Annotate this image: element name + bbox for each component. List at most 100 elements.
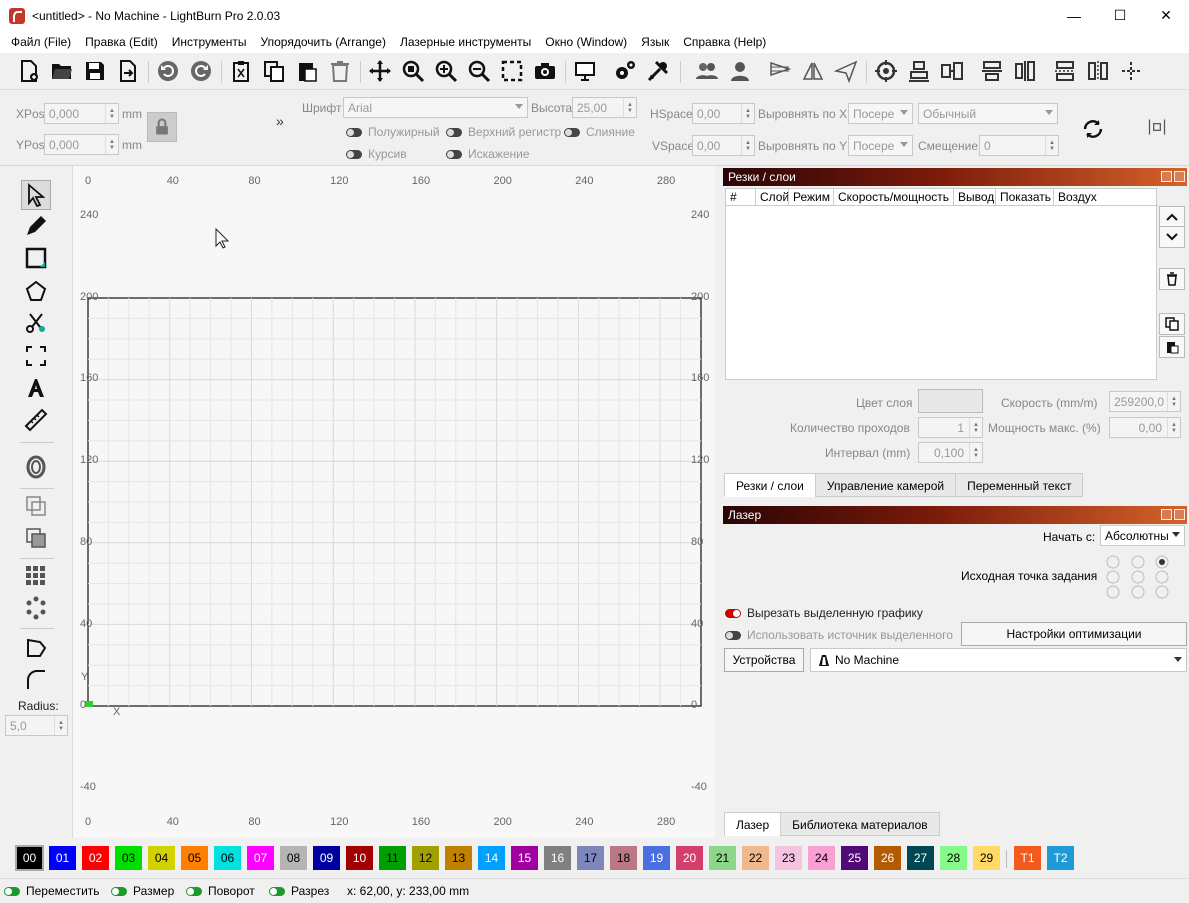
move-layer-up-button[interactable] (1159, 206, 1185, 228)
tab-variable-text[interactable]: Переменный текст (955, 473, 1084, 497)
palette-color-20[interactable]: 20 (676, 846, 703, 870)
minimize-button[interactable]: — (1051, 0, 1097, 31)
palette-color-T1[interactable]: T1 (1014, 846, 1041, 870)
cut-mode-toggle[interactable]: Разрез (269, 884, 329, 898)
menu-laser-tools[interactable]: Лазерные инструменты (393, 35, 538, 49)
palette-color-17[interactable]: 17 (577, 846, 604, 870)
group-icon[interactable] (692, 57, 722, 85)
menu-file[interactable]: Файл (File) (4, 35, 78, 49)
tab-cuts-layers[interactable]: Резки / слои (724, 473, 816, 497)
delete-icon[interactable] (325, 57, 355, 85)
move-icon[interactable] (365, 57, 395, 85)
col-number[interactable]: # (726, 189, 756, 206)
ungroup-icon[interactable] (725, 57, 755, 85)
crosshair-icon[interactable] (871, 57, 901, 85)
undo-icon[interactable] (153, 57, 183, 85)
boolean-tool-icon[interactable] (21, 523, 51, 553)
distribute-vertical-icon[interactable] (1010, 57, 1040, 85)
font-select[interactable]: Arial (343, 97, 528, 118)
use-selection-origin-toggle[interactable]: Использовать источник выделенного (725, 628, 953, 642)
array-tool-icon[interactable] (21, 561, 51, 591)
passes-input[interactable]: 1 ▲ ▼ (918, 417, 983, 438)
zoom-in-icon[interactable] (431, 57, 461, 85)
optimization-settings-button[interactable]: Настройки оптимизации (961, 622, 1187, 646)
palette-color-29[interactable]: 29 (973, 846, 1000, 870)
tab-camera-control[interactable]: Управление камерой (814, 473, 957, 497)
palette-color-10[interactable]: 10 (346, 846, 373, 870)
rectangle-tool-icon[interactable] (21, 243, 51, 273)
palette-color-28[interactable]: 28 (940, 846, 967, 870)
move-mode-toggle[interactable]: Переместить (4, 884, 100, 898)
polygon-tool-icon[interactable] (21, 276, 51, 306)
col-layer[interactable]: Слой (756, 189, 789, 206)
interval-input[interactable]: 0,100 ▲ ▼ (918, 442, 983, 463)
zoom-out-icon[interactable] (464, 57, 494, 85)
move-layer-down-button[interactable] (1159, 226, 1185, 248)
mirror-vertical-icon[interactable] (798, 57, 828, 85)
maximize-button[interactable]: ☐ (1097, 0, 1143, 31)
palette-color-27[interactable]: 27 (907, 846, 934, 870)
layer-color-swatch[interactable] (918, 389, 983, 413)
settings-gears-icon[interactable] (610, 57, 640, 85)
align-center-icon[interactable] (937, 57, 967, 85)
fillet-tool-icon[interactable] (21, 665, 51, 695)
devices-button[interactable]: Устройства (724, 648, 804, 672)
palette-color-01[interactable]: 01 (49, 846, 76, 870)
size-mode-toggle[interactable]: Размер (111, 884, 174, 898)
col-show[interactable]: Показать (996, 189, 1054, 206)
palette-color-25[interactable]: 25 (841, 846, 868, 870)
send-icon[interactable] (831, 57, 861, 85)
palette-color-21[interactable]: 21 (709, 846, 736, 870)
start-from-select[interactable]: Абсолютны (1100, 525, 1185, 546)
tools-wrench-icon[interactable] (643, 57, 673, 85)
xpos-input[interactable]: 0,000 ▲ ▼ (44, 103, 119, 124)
device-select[interactable]: No Machine (810, 648, 1187, 672)
palette-color-15[interactable]: 15 (511, 846, 538, 870)
col-air[interactable]: Воздух (1054, 189, 1158, 206)
frame-tool-icon[interactable] (21, 341, 51, 371)
palette-color-12[interactable]: 12 (412, 846, 439, 870)
move-together-icon[interactable] (1116, 57, 1146, 85)
paste-layer-button[interactable] (1159, 336, 1185, 358)
cuts-table[interactable]: # Слой Режим Скорость/мощность Вывод Пок… (725, 188, 1158, 380)
col-output[interactable]: Вывод (954, 189, 996, 206)
float-panel-icon[interactable] (1161, 509, 1172, 520)
job-origin-grid[interactable] (1103, 554, 1187, 600)
palette-color-18[interactable]: 18 (610, 846, 637, 870)
palette-color-24[interactable]: 24 (808, 846, 835, 870)
menu-help[interactable]: Справка (Help) (676, 35, 773, 49)
close-button[interactable]: ✕ (1143, 0, 1189, 31)
save-icon[interactable] (80, 57, 110, 85)
menu-edit[interactable]: Правка (Edit) (78, 35, 165, 49)
palette-color-26[interactable]: 26 (874, 846, 901, 870)
menu-arrange[interactable]: Упорядочить (Arrange) (254, 35, 393, 49)
work-canvas[interactable]: 0 0 40 40 80 80 120 120 160 160 200 200 240 240 280 280… (73, 166, 715, 838)
toolbar-extend-button[interactable] (1142, 115, 1172, 139)
italic-toggle[interactable]: Курсив (346, 147, 407, 161)
palette-color-16[interactable]: 16 (544, 846, 571, 870)
scissors-tool-icon[interactable] (21, 308, 51, 338)
camera-icon[interactable] (530, 57, 560, 85)
delete-layer-button[interactable] (1159, 268, 1185, 290)
align-y-select[interactable]: Посере (848, 135, 913, 156)
pen-tool-icon[interactable] (21, 211, 51, 241)
menu-language[interactable]: Язык (634, 35, 676, 49)
offset-input[interactable]: 0 ▲ ▼ (979, 135, 1059, 156)
lock-ratio-button[interactable] (147, 112, 177, 142)
offset-tool-icon[interactable] (21, 452, 51, 482)
cut-selected-toggle[interactable]: Вырезать выделенную графику (725, 606, 923, 620)
vspace-input[interactable]: 0,00 ▲ ▼ (692, 135, 755, 156)
collapse-arrow-icon[interactable]: » (276, 113, 284, 129)
apply-path-button[interactable] (1078, 115, 1108, 143)
text-tool-icon[interactable] (21, 373, 51, 403)
palette-color-02[interactable]: 02 (82, 846, 109, 870)
copy-icon[interactable] (259, 57, 289, 85)
mirror-horizontal-icon[interactable] (765, 57, 795, 85)
palette-color-22[interactable]: 22 (742, 846, 769, 870)
col-mode[interactable]: Режим (789, 189, 834, 206)
merge-toggle[interactable]: Слияние (564, 125, 635, 139)
uppercase-toggle[interactable]: Верхний регистр (446, 125, 561, 139)
same-width-icon[interactable] (1050, 57, 1080, 85)
open-folder-icon[interactable] (47, 57, 77, 85)
hspace-input[interactable]: 0,00 ▲ ▼ (692, 103, 755, 124)
